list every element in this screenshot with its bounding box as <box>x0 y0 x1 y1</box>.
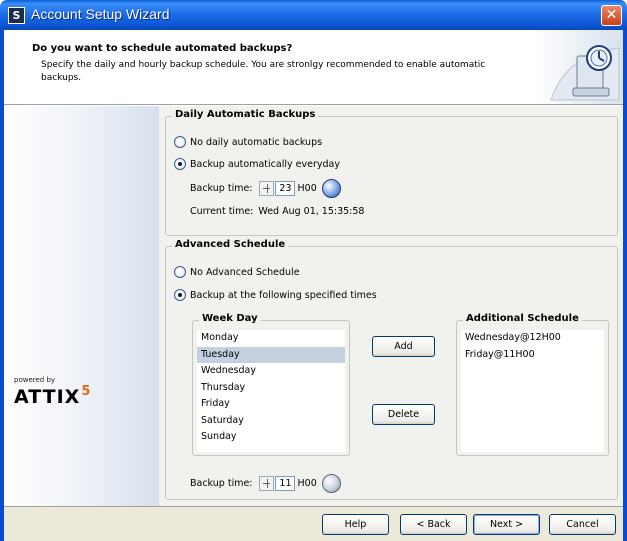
hour-suffix: H00 <box>297 478 317 489</box>
app-icon: S <box>8 7 25 24</box>
daily-backups-group: Daily Automatic Backups No daily automat… <box>165 109 618 236</box>
logo-superscript: 5 <box>81 384 92 399</box>
delete-button[interactable]: Delete <box>372 404 435 425</box>
hour-field[interactable]: 11 <box>274 476 295 491</box>
radio-daily-everyday[interactable]: Backup automatically everyday <box>174 158 340 170</box>
wizard-footer: Help < Back Next > Cancel <box>4 506 623 541</box>
radio-no-daily[interactable]: No daily automatic backups <box>174 136 322 148</box>
weekday-item[interactable]: Monday <box>197 330 345 347</box>
weekday-item[interactable]: Friday <box>197 396 345 413</box>
hour-field[interactable]: 23 <box>274 181 295 196</box>
title-bar: S Account Setup Wizard ✕ <box>0 0 627 30</box>
weekday-group: Week Day Monday Tuesday Wednesday Thursday F… <box>192 313 350 456</box>
backup-time-label: Backup time: <box>190 183 253 194</box>
close-icon: ✕ <box>605 7 618 23</box>
radio-circle-selected[interactable] <box>174 158 186 170</box>
header-subtitle: Specify the daily and hourly backup sche… <box>41 60 486 83</box>
close-button[interactable]: ✕ <box>601 5 622 26</box>
daily-backup-time-row: Backup time: 23 H00 <box>190 179 341 198</box>
radio-circle-selected[interactable] <box>174 289 186 301</box>
weekday-legend: Week Day <box>199 313 261 324</box>
current-time-row: Current time: Wed Aug 01, 15:35:58 <box>190 206 364 217</box>
attix-logo: ATTIX5 <box>14 384 92 408</box>
window-frame-right <box>623 30 627 541</box>
weekday-item[interactable]: Saturday <box>197 413 345 430</box>
add-button[interactable]: Add <box>372 336 435 357</box>
header-illustration <box>533 30 623 104</box>
additional-schedule-item[interactable]: Wednesday@12H00 <box>461 330 604 347</box>
hour-suffix: H00 <box>297 183 317 194</box>
weekday-item[interactable]: Sunday <box>197 429 345 446</box>
radio-circle[interactable] <box>174 136 186 148</box>
radio-no-advanced[interactable]: No Advanced Schedule <box>174 266 300 278</box>
window-title: Account Setup Wizard <box>31 6 170 22</box>
additional-schedule-item[interactable]: Friday@11H00 <box>461 347 604 364</box>
powered-by-label: powered by <box>14 376 56 384</box>
wizard-sidebar: powered by ATTIX5 <box>4 106 159 506</box>
additional-schedule-list[interactable]: Wednesday@12H00 Friday@11H00 <box>461 330 604 452</box>
radio-label: No daily automatic backups <box>190 136 323 148</box>
weekday-item[interactable]: Wednesday <box>197 363 345 380</box>
back-button[interactable]: < Back <box>400 514 467 535</box>
wizard-content: Daily Automatic Backups No daily automat… <box>159 106 623 506</box>
advanced-schedule-legend: Advanced Schedule <box>172 239 289 250</box>
hour-spinner[interactable] <box>258 181 274 196</box>
computer-clock-icon <box>550 45 620 101</box>
advanced-backup-time-row: Backup time: 11 H00 <box>190 474 341 493</box>
backup-time-label: Backup time: <box>190 478 253 489</box>
current-time-value: Wed Aug 01, 15:35:58 <box>258 206 365 217</box>
radio-circle[interactable] <box>174 266 186 278</box>
cancel-button[interactable]: Cancel <box>549 514 616 535</box>
weekday-item[interactable]: Thursday <box>197 380 345 397</box>
additional-schedule-group: Additional Schedule Wednesday@12H00 Frida… <box>456 313 609 456</box>
additional-schedule-legend: Additional Schedule <box>463 313 582 324</box>
help-button[interactable]: Help <box>322 514 389 535</box>
logo-text: ATTIX <box>14 386 81 408</box>
radio-advanced-specified[interactable]: Backup at the following specified times <box>174 289 377 301</box>
weekday-list[interactable]: Monday Tuesday Wednesday Thursday Friday Satu… <box>197 330 345 452</box>
night-clock-icon <box>321 474 341 493</box>
next-button[interactable]: Next > <box>473 514 540 535</box>
radio-label: No Advanced Schedule <box>190 266 300 278</box>
current-time-label: Current time: <box>190 206 254 217</box>
advanced-schedule-group: Advanced Schedule No Advanced Schedule B… <box>165 239 618 500</box>
daily-backups-legend: Daily Automatic Backups <box>172 109 319 120</box>
hour-spinner[interactable] <box>258 476 274 491</box>
weekday-item[interactable]: Tuesday <box>197 346 345 363</box>
radio-label: Backup at the following specified times <box>190 289 377 301</box>
header-title: Do you want to schedule automated backup… <box>32 43 293 54</box>
day-clock-icon <box>321 179 341 198</box>
radio-label: Backup automatically everyday <box>190 158 340 170</box>
wizard-header: Do you want to schedule automated backup… <box>4 30 623 105</box>
